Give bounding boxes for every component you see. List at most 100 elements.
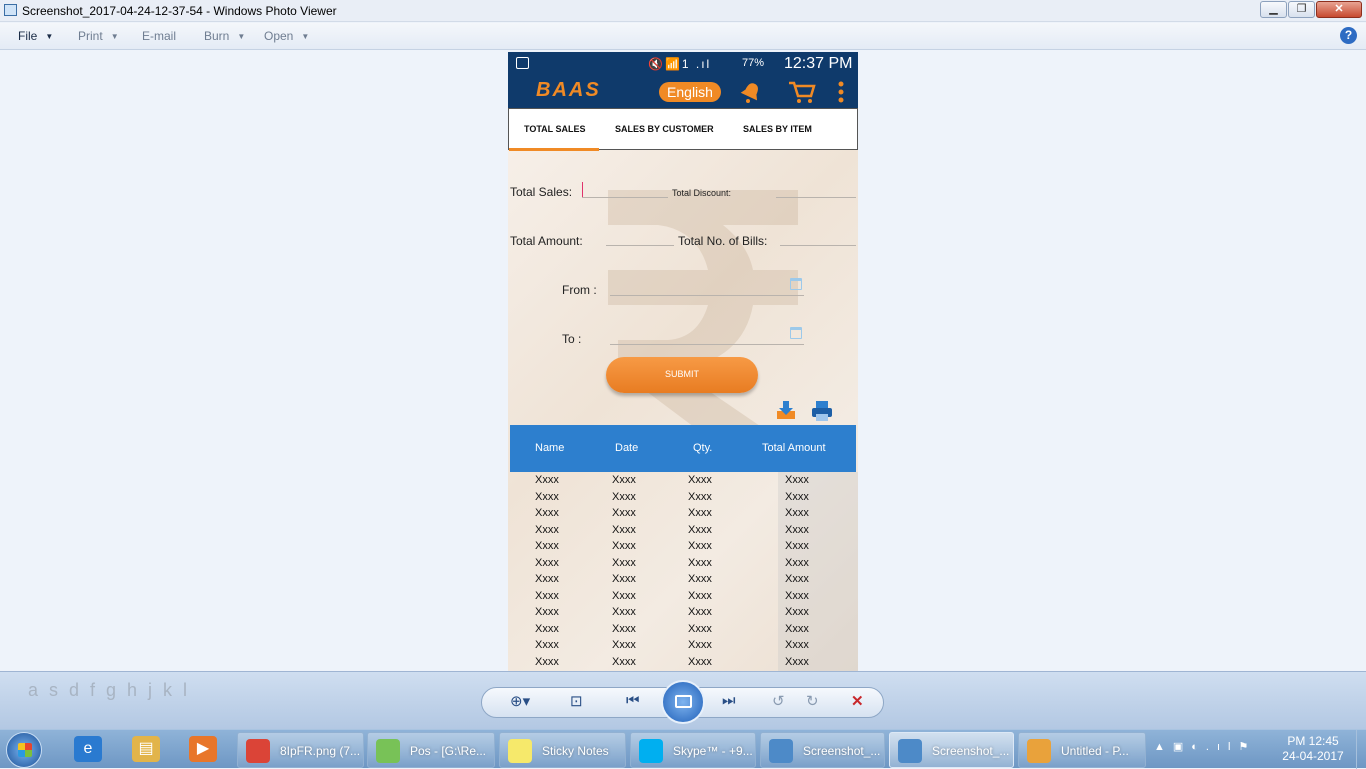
menu-bar: File ▼ Print ▼ E-mail Burn ▼ Open ▼ ? bbox=[0, 23, 1366, 50]
minimize-button[interactable]: ▁ bbox=[1260, 1, 1287, 18]
table-cell: Xxxx bbox=[535, 622, 559, 635]
language-button[interactable]: English bbox=[659, 82, 721, 102]
table-cell: Xxxx bbox=[535, 573, 559, 585]
table-cell: Xxxx bbox=[785, 540, 809, 552]
table-cell: Xxxx bbox=[785, 639, 809, 651]
table-row[interactable]: Xxxx Xxxx Xxxx Xxxx bbox=[508, 491, 858, 507]
app-icon bbox=[508, 739, 532, 763]
to-date-field[interactable] bbox=[610, 344, 804, 345]
phone-screenshot: 🔇📶1 .ıl 77% 12:37 PM BAAS English TOTAL … bbox=[508, 52, 858, 671]
menu-burn[interactable]: Burn ▼ bbox=[204, 29, 245, 43]
baas-logo: BAAS bbox=[536, 79, 601, 101]
from-date-field[interactable] bbox=[610, 295, 804, 296]
table-row[interactable]: Xxxx Xxxx Xxxx Xxxx bbox=[508, 474, 858, 490]
total-sales-label: Total Sales: bbox=[510, 185, 573, 199]
taskbar-button-label: Screenshot_... bbox=[932, 744, 1010, 758]
table-cell: Xxxx bbox=[688, 639, 712, 651]
rotate-cw-icon[interactable]: ↻ bbox=[806, 692, 819, 710]
maximize-button[interactable]: ❐ bbox=[1288, 1, 1315, 18]
table-cell: Xxxx bbox=[688, 606, 712, 618]
column-header-date[interactable]: Date bbox=[615, 442, 638, 454]
taskbar: e ▤ ▶ 8IpFR.png (7... Pos - [G:\Re... Stic… bbox=[0, 729, 1366, 769]
taskbar-button[interactable]: Screenshot_... bbox=[889, 732, 1014, 768]
taskbar-button-label: 8IpFR.png (7... bbox=[280, 744, 361, 758]
text-cursor bbox=[582, 182, 583, 198]
table-cell: Xxxx bbox=[612, 523, 636, 536]
windows-logo-icon bbox=[18, 743, 32, 757]
cart-icon[interactable] bbox=[788, 80, 816, 104]
system-tray-icons[interactable]: ▲▣◐.ıl⚑ bbox=[1154, 740, 1256, 753]
table-row[interactable]: Xxxx Xxxx Xxxx Xxxx bbox=[508, 656, 858, 672]
chevron-down-icon: ▼ bbox=[110, 32, 119, 42]
table-row[interactable]: Xxxx Xxxx Xxxx Xxxx bbox=[508, 639, 858, 655]
table-cell: Xxxx bbox=[688, 573, 712, 585]
taskbar-button[interactable]: 8IpFR.png (7... bbox=[237, 732, 364, 768]
table-cell: Xxxx bbox=[688, 474, 712, 486]
table-row[interactable]: Xxxx Xxxx Xxxx Xxxx bbox=[508, 623, 858, 639]
total-bills-field[interactable] bbox=[780, 245, 856, 246]
table-row[interactable]: Xxxx Xxxx Xxxx Xxxx bbox=[508, 606, 858, 622]
actual-size-icon[interactable]: ⊡ bbox=[570, 692, 583, 710]
column-header-name[interactable]: Name bbox=[535, 442, 564, 454]
next-icon[interactable]: ⏭ bbox=[722, 692, 736, 709]
start-button[interactable] bbox=[6, 732, 42, 768]
table-cell: Xxxx bbox=[785, 490, 809, 503]
taskbar-button[interactable]: Pos - [G:\Re... bbox=[367, 732, 495, 768]
taskbar-button[interactable]: Untitled - P... bbox=[1018, 732, 1146, 768]
table-cell: Xxxx bbox=[612, 490, 636, 503]
menu-print[interactable]: Print ▼ bbox=[78, 29, 119, 43]
app-icon bbox=[376, 739, 400, 763]
table-row[interactable]: Xxxx Xxxx Xxxx Xxxx bbox=[508, 557, 858, 573]
clock[interactable]: PM 12:45 24-04-2017 bbox=[1278, 734, 1348, 764]
media-player-icon[interactable]: ▶ bbox=[189, 736, 217, 762]
menu-open[interactable]: Open ▼ bbox=[264, 29, 309, 43]
previous-icon[interactable]: ⏮ bbox=[626, 692, 640, 709]
photo-viewer-icon bbox=[4, 4, 17, 16]
table-cell: Xxxx bbox=[612, 606, 636, 618]
total-discount-field[interactable] bbox=[776, 197, 856, 198]
bell-icon[interactable] bbox=[739, 80, 763, 104]
column-header-total-amount[interactable]: Total Amount bbox=[762, 442, 826, 454]
taskbar-button[interactable]: Sticky Notes bbox=[499, 732, 626, 768]
submit-button[interactable]: SUBMIT bbox=[606, 357, 758, 393]
rotate-ccw-icon[interactable]: ↺ bbox=[772, 692, 785, 710]
taskbar-button-label: Untitled - P... bbox=[1061, 744, 1129, 758]
table-row[interactable]: Xxxx Xxxx Xxxx Xxxx bbox=[508, 524, 858, 540]
total-sales-field[interactable] bbox=[582, 197, 668, 198]
delete-icon[interactable]: ✕ bbox=[851, 692, 864, 710]
help-icon[interactable]: ? bbox=[1340, 27, 1357, 44]
menu-email-label: E-mail bbox=[142, 29, 177, 43]
menu-file[interactable]: File ▼ bbox=[18, 29, 53, 43]
active-tab-indicator bbox=[509, 148, 599, 151]
table-cell: Xxxx bbox=[688, 556, 712, 569]
table-row[interactable]: Xxxx Xxxx Xxxx Xxxx bbox=[508, 507, 858, 523]
print-icon[interactable] bbox=[811, 400, 833, 422]
signal-icons: 🔇📶1 .ıl bbox=[648, 57, 712, 71]
slideshow-icon[interactable] bbox=[661, 680, 705, 724]
table-row[interactable]: Xxxx Xxxx Xxxx Xxxx bbox=[508, 573, 858, 589]
app-icon bbox=[898, 739, 922, 763]
ie-icon[interactable]: e bbox=[74, 736, 102, 762]
table-row[interactable]: Xxxx Xxxx Xxxx Xxxx bbox=[508, 590, 858, 606]
calendar-icon[interactable] bbox=[790, 278, 802, 290]
show-desktop-button[interactable] bbox=[1356, 730, 1366, 769]
table-row[interactable]: Xxxx Xxxx Xxxx Xxxx bbox=[508, 540, 858, 556]
close-button[interactable]: ✕ bbox=[1316, 1, 1362, 18]
more-icon[interactable] bbox=[838, 81, 844, 103]
column-header-qty[interactable]: Qty. bbox=[693, 442, 712, 454]
menu-email[interactable]: E-mail bbox=[142, 29, 176, 43]
menu-burn-label: Burn bbox=[204, 29, 230, 43]
download-icon[interactable] bbox=[776, 400, 796, 420]
total-amount-field[interactable] bbox=[606, 245, 674, 246]
zoom-icon[interactable]: ⊕▾ bbox=[510, 692, 530, 710]
taskbar-button[interactable]: Skype™ - +9... bbox=[630, 732, 756, 768]
viewer-toolbar: asdfghjkl ⊕▾ ⊡ ⏮ ⏭ ↺ ↻ ✕ bbox=[0, 671, 1366, 729]
calendar-icon[interactable] bbox=[790, 327, 802, 339]
clock-time: PM 12:45 bbox=[1287, 734, 1339, 748]
tab-bar: TOTAL SALES SALES BY CUSTOMER SALES BY I… bbox=[508, 108, 858, 151]
tab-sales-by-customer[interactable]: SALES BY CUSTOMER bbox=[615, 124, 714, 134]
tab-total-sales[interactable]: TOTAL SALES bbox=[524, 124, 586, 134]
taskbar-button[interactable]: Screenshot_... bbox=[760, 732, 885, 768]
explorer-icon[interactable]: ▤ bbox=[132, 736, 160, 762]
tab-sales-by-item[interactable]: SALES BY ITEM bbox=[743, 124, 812, 134]
